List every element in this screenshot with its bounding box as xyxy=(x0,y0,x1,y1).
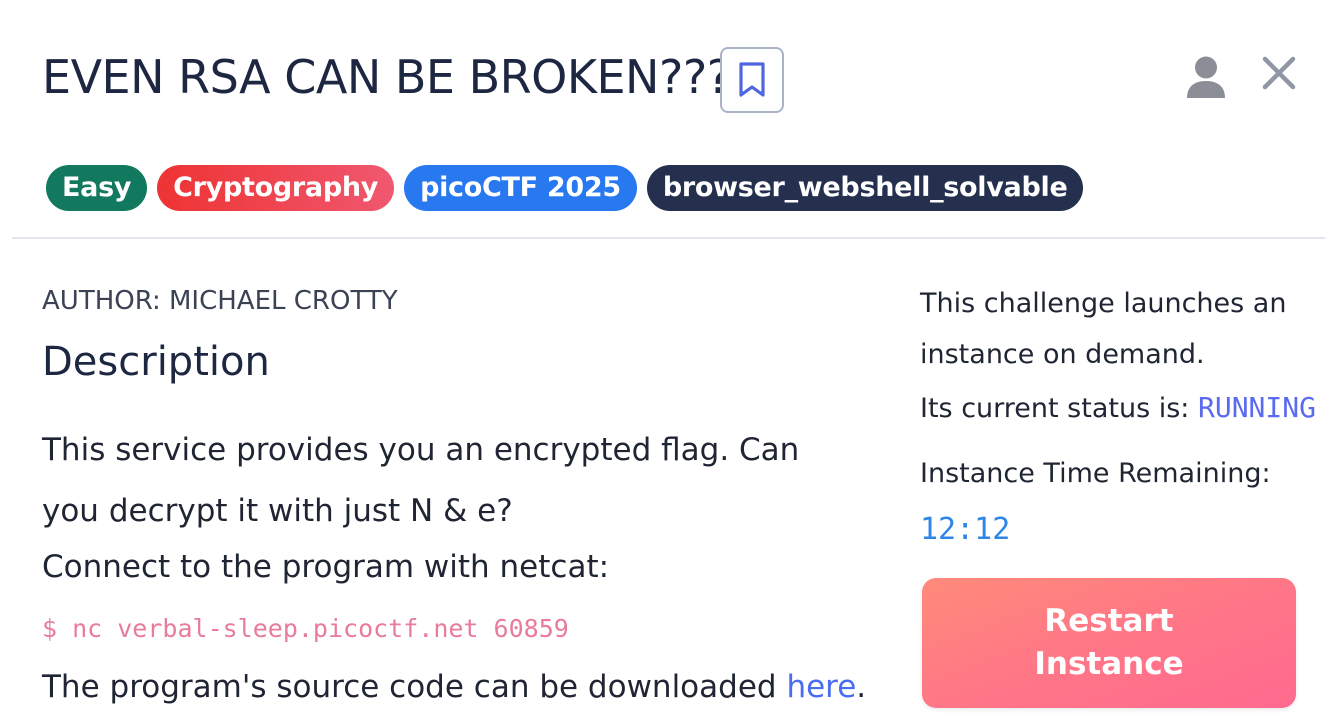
time-remaining-value: 12:12 xyxy=(920,512,1011,547)
bookmark-button[interactable] xyxy=(720,47,784,113)
close-icon xyxy=(1262,56,1296,90)
netcat-command[interactable]: $ nc verbal-sleep.picoctf.net 60859 xyxy=(42,612,569,646)
tag-event[interactable]: picoCTF 2025 xyxy=(404,165,637,211)
tag-webshell[interactable]: browser_webshell_solvable xyxy=(646,165,1084,211)
source-text-end: . xyxy=(856,669,867,705)
connect-text: Connect to the program with netcat: xyxy=(42,549,610,585)
description-text: This service provides you an encrypted f… xyxy=(42,432,800,529)
divider xyxy=(12,237,1325,239)
status-label: Its current status is: xyxy=(920,393,1198,424)
source-text: The program's source code can be downloa… xyxy=(42,669,787,705)
user-icon xyxy=(1187,56,1225,98)
time-remaining-label: Instance Time Remaining: xyxy=(920,458,1271,489)
restart-instance-button[interactable]: Restart Instance xyxy=(922,578,1296,708)
challenge-title: EVEN RSA CAN BE BROKEN??? xyxy=(42,50,731,104)
challenge-modal: EVEN RSA CAN BE BROKEN??? Easy Cryptogra… xyxy=(0,0,1325,728)
user-button[interactable] xyxy=(1185,55,1227,99)
tag-category[interactable]: Cryptography xyxy=(157,165,395,211)
author-label: AUTHOR: MICHAEL CROTTY xyxy=(42,286,398,316)
source-download-text: The program's source code can be downloa… xyxy=(42,665,866,709)
description-heading: Description xyxy=(42,339,270,385)
instance-status: Its current status is: RUNNING xyxy=(920,389,1316,428)
status-value: RUNNING xyxy=(1197,391,1316,424)
restart-button-label: Restart Instance xyxy=(1034,603,1184,682)
bookmark-icon xyxy=(739,62,765,97)
instance-launch-text: This challenge launches an instance on d… xyxy=(920,288,1287,370)
tag-difficulty[interactable]: Easy xyxy=(46,165,148,211)
tag-list: Easy Cryptography picoCTF 2025 browser_w… xyxy=(46,165,1084,211)
source-download-link[interactable]: here xyxy=(786,669,856,705)
close-button[interactable] xyxy=(1260,54,1298,92)
